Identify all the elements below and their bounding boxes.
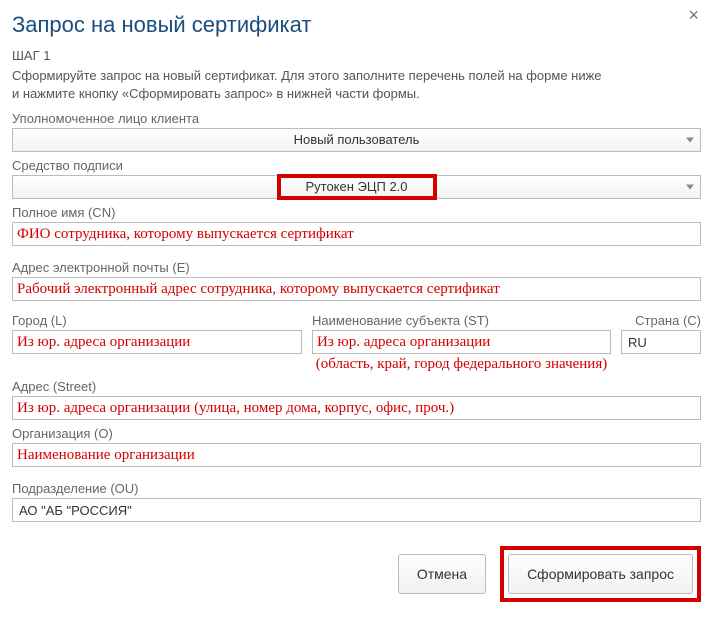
dialog-title: Запрос на новый сертификат bbox=[12, 12, 701, 38]
highlight-box: Сформировать запрос bbox=[500, 546, 701, 602]
step-label: ШАГ 1 bbox=[12, 48, 701, 63]
email-label: Адрес электронной почты (E) bbox=[12, 260, 701, 275]
chevron-down-icon bbox=[686, 185, 694, 190]
cn-label: Полное имя (CN) bbox=[12, 205, 701, 220]
cancel-button[interactable]: Отмена bbox=[398, 554, 486, 594]
country-label: Страна (C) bbox=[621, 313, 701, 328]
city-input[interactable]: Из юр. адреса организации bbox=[12, 330, 302, 354]
subject-label: Наименование субъекта (ST) bbox=[312, 313, 611, 328]
sign-tool-label: Средство подписи bbox=[12, 158, 701, 173]
street-input[interactable]: Из юр. адреса организации (улица, номер … bbox=[12, 396, 701, 420]
instructions-line1: Сформируйте запрос на новый сертификат. … bbox=[12, 68, 602, 83]
cert-request-dialog: × Запрос на новый сертификат ШАГ 1 Сформ… bbox=[0, 0, 713, 618]
auth-person-label: Уполномоченное лицо клиента bbox=[12, 111, 701, 126]
subject-input[interactable]: Из юр. адреса организации bbox=[312, 330, 611, 354]
ou-input[interactable]: АО "АБ "РОССИЯ" bbox=[12, 498, 701, 522]
close-icon[interactable]: × bbox=[688, 6, 699, 24]
instructions: Сформируйте запрос на новый сертификат. … bbox=[12, 67, 701, 103]
sign-tool-value: Рутокен ЭЦП 2.0 bbox=[305, 176, 407, 198]
auth-person-value: Новый пользователь bbox=[294, 129, 420, 151]
instructions-line2: и нажмите кнопку «Сформировать запрос» в… bbox=[12, 86, 420, 101]
subject-annotation: (область, край, город федерального значе… bbox=[312, 356, 611, 373]
org-input[interactable]: Наименование организации bbox=[12, 443, 701, 467]
street-label: Адрес (Street) bbox=[12, 379, 701, 394]
city-label: Город (L) bbox=[12, 313, 302, 328]
chevron-down-icon bbox=[686, 138, 694, 143]
country-value: RU bbox=[628, 335, 647, 350]
email-input[interactable]: Рабочий электронный адрес сотрудника, ко… bbox=[12, 277, 701, 301]
dialog-footer: Отмена Сформировать запрос bbox=[12, 546, 701, 602]
country-input[interactable]: RU bbox=[621, 330, 701, 354]
submit-button[interactable]: Сформировать запрос bbox=[508, 554, 693, 594]
org-label: Организация (O) bbox=[12, 426, 701, 441]
auth-person-select[interactable]: Новый пользователь bbox=[12, 128, 701, 152]
sign-tool-select[interactable]: Рутокен ЭЦП 2.0 bbox=[12, 175, 701, 199]
ou-value: АО "АБ "РОССИЯ" bbox=[19, 503, 132, 518]
ou-label: Подразделение (OU) bbox=[12, 481, 701, 496]
cn-input[interactable]: ФИО сотрудника, которому выпускается сер… bbox=[12, 222, 701, 246]
